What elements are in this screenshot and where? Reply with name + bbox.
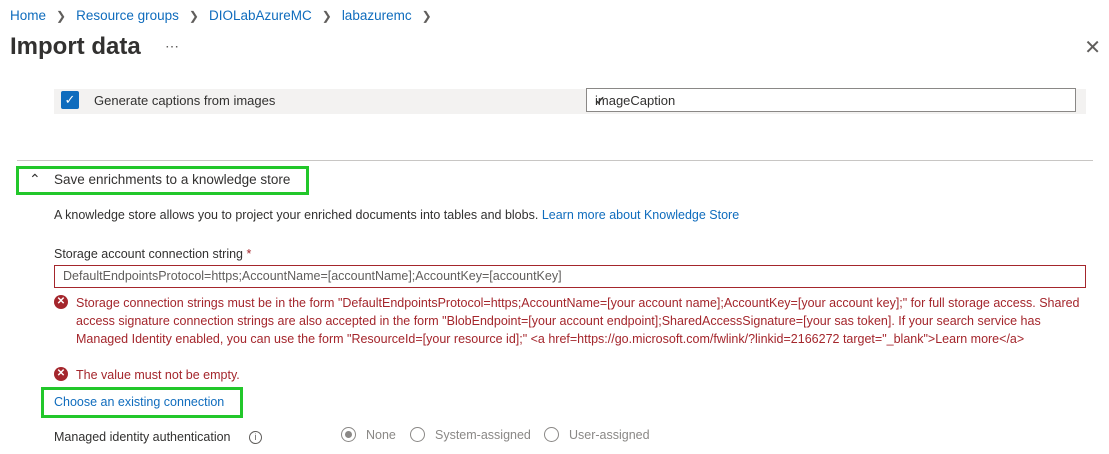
captions-checkbox[interactable]: ✓: [61, 91, 79, 109]
error-empty-message: The value must not be empty.: [76, 368, 240, 382]
page-title: Import data: [10, 33, 141, 60]
radio-user-assigned[interactable]: [544, 427, 559, 442]
chevron-right-icon: ❯: [421, 8, 432, 23]
breadcrumb-service[interactable]: labazuremc: [342, 8, 412, 23]
breadcrumb-home[interactable]: Home: [10, 8, 46, 23]
connection-string-value: DefaultEndpointsProtocol=https;AccountNa…: [63, 269, 562, 283]
connection-string-input[interactable]: DefaultEndpointsProtocol=https;AccountNa…: [54, 265, 1086, 288]
info-icon[interactable]: i: [249, 431, 262, 444]
radio-none[interactable]: [341, 427, 356, 442]
ellipsis-icon[interactable]: ⋯: [165, 38, 180, 55]
breadcrumb: Home ❯ Resource groups ❯ DIOLabAzureMC ❯…: [10, 8, 442, 23]
chevron-right-icon: ❯: [321, 8, 332, 23]
captions-checkbox-label: Generate captions from images: [94, 93, 276, 108]
chevron-right-icon: ❯: [188, 8, 199, 23]
chevron-right-icon: ❯: [56, 8, 67, 23]
knowledge-store-section-toggle[interactable]: Save enrichments to a knowledge store: [54, 172, 290, 187]
required-mark: *: [246, 247, 252, 261]
description-text: A knowledge store allows you to project …: [54, 208, 539, 222]
error-icon: ✕: [54, 367, 68, 381]
connection-string-label: Storage account connection string *: [54, 247, 251, 261]
radio-user-assigned-label: User-assigned: [569, 428, 650, 442]
close-icon[interactable]: ✕: [1084, 38, 1101, 58]
breadcrumb-resource-group[interactable]: DIOLabAzureMC: [209, 8, 312, 23]
managed-identity-label: Managed identity authentication: [54, 430, 231, 444]
radio-none-label: None: [366, 428, 396, 442]
checkmark-icon: ✓: [595, 93, 606, 108]
choose-existing-connection-link[interactable]: Choose an existing connection: [54, 395, 224, 409]
error-icon: ✕: [54, 295, 68, 309]
knowledge-store-description: A knowledge store allows you to project …: [54, 208, 739, 222]
breadcrumb-resource-groups[interactable]: Resource groups: [76, 8, 179, 23]
section-divider: [17, 160, 1093, 161]
error-format-message: Storage connection strings must be in th…: [76, 296, 1080, 346]
radio-system-assigned-label: System-assigned: [435, 428, 531, 442]
learn-more-link[interactable]: Learn more about Knowledge Store: [542, 208, 739, 222]
connection-string-label-text: Storage account connection string: [54, 247, 244, 261]
chevron-up-icon[interactable]: ⌃: [29, 171, 41, 188]
radio-system-assigned[interactable]: [410, 427, 425, 442]
caption-field-input[interactable]: imageCaption ✓: [586, 88, 1076, 112]
